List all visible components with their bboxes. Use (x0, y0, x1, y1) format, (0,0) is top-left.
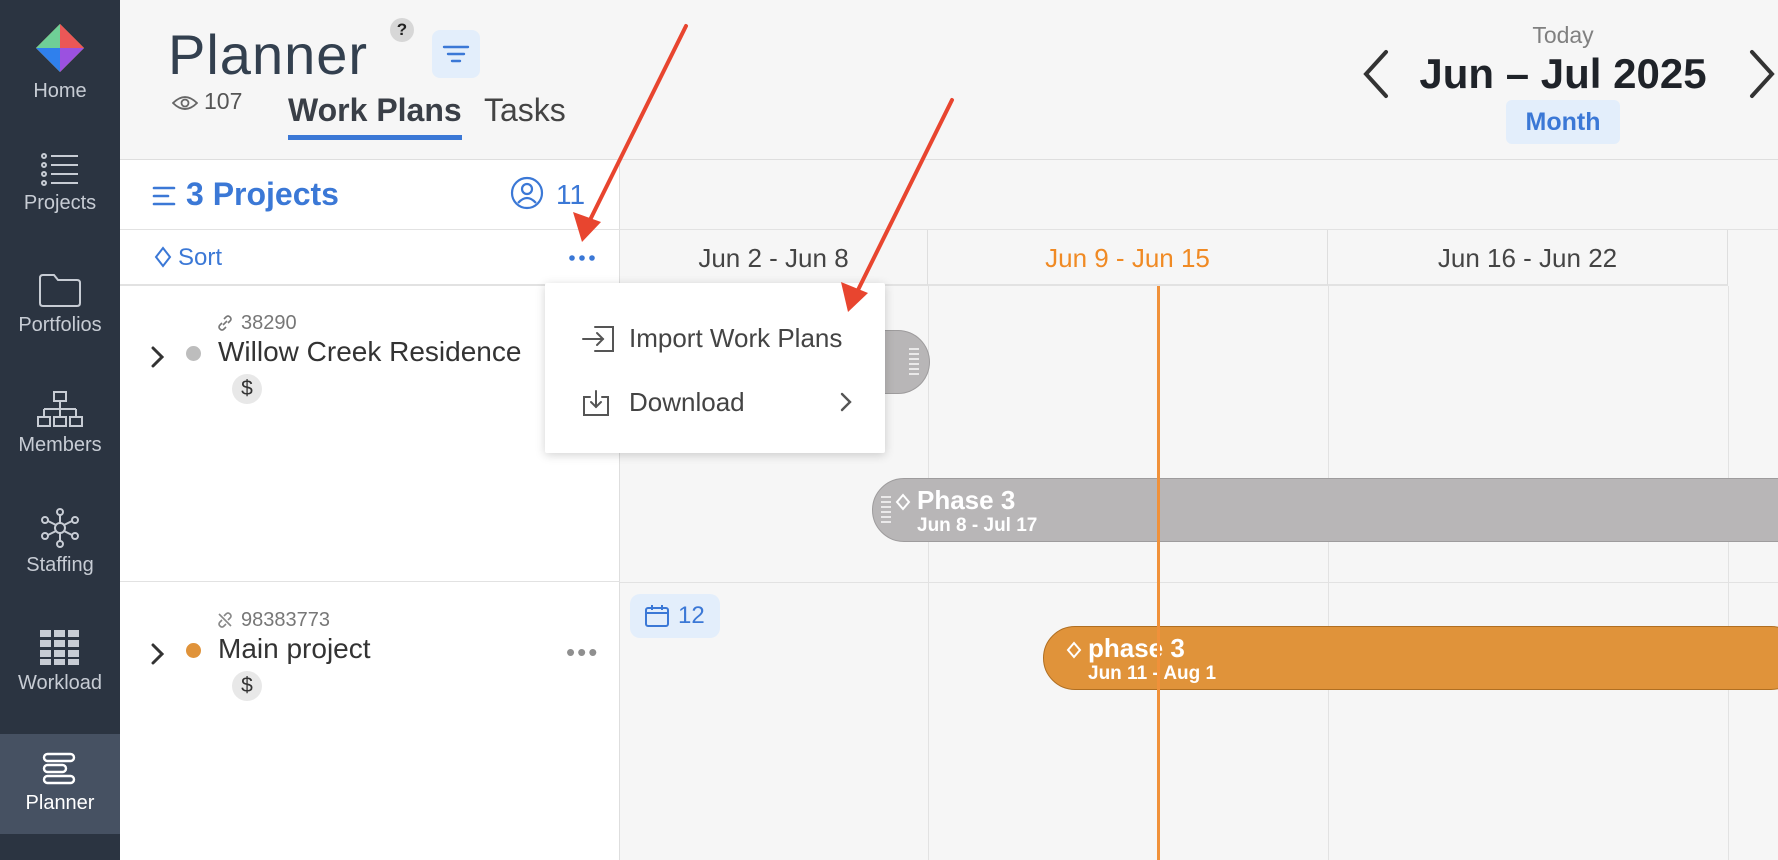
projects-panel: 3 Projects 11 Sort 38290 Willow Creek Re… (120, 160, 620, 860)
chevron-right-icon[interactable] (1746, 48, 1778, 100)
menu-item-label: Import Work Plans (629, 323, 843, 353)
sort-diamond-icon (154, 246, 172, 268)
grid-column-line (1728, 286, 1729, 860)
today-button[interactable]: Today (1348, 22, 1778, 49)
sidebar-item-projects[interactable]: Projects (0, 152, 120, 236)
project-row[interactable]: 98383773 Main project $ ••• (120, 583, 620, 860)
project-name[interactable]: Main project (218, 633, 371, 665)
chevron-right-icon[interactable] (150, 643, 166, 665)
sidebar-item-label: Staffing (26, 554, 94, 576)
sidebar-item-label: Planner (25, 792, 95, 814)
project-name[interactable]: Willow Creek Residence (218, 336, 521, 368)
budget-badge[interactable]: $ (232, 671, 262, 701)
grid-column-line (1328, 286, 1329, 860)
today-marker-line (1157, 286, 1160, 860)
sidebar-item-workload[interactable]: Workload (0, 630, 120, 712)
calendar-icon (645, 605, 669, 627)
work-plan-bar[interactable]: Phase 3 Jun 8 - Jul 17 (872, 478, 1778, 542)
projects-count-button[interactable]: 3 Projects (152, 176, 339, 213)
budget-badge[interactable]: $ (232, 374, 262, 404)
work-plan-title: Phase 3 (917, 485, 1016, 515)
project-id-value: 98383773 (241, 609, 330, 631)
sort-label: Sort (178, 244, 223, 271)
work-plan-title: phase 3 (1088, 633, 1185, 663)
status-dot (186, 643, 201, 658)
sidebar-item-label: Members (18, 434, 102, 456)
row-more-options-icon[interactable]: ••• (566, 637, 599, 668)
tab-tasks[interactable]: Tasks (484, 92, 566, 129)
timeline: Jun 2 - Jun 8 Jun 9 - Jun 15 Jun 16 - Ju… (620, 160, 1778, 860)
sidebar-item-portfolios[interactable]: Portfolios (0, 272, 120, 356)
org-chart-icon (37, 391, 83, 427)
link-icon (218, 315, 232, 331)
sort-bar: Sort (120, 230, 620, 286)
work-plan-bar[interactable]: phase 3 Jun 11 - Aug 1 (1043, 626, 1778, 690)
views-count: 107 (204, 88, 243, 114)
sidebar-item-staffing[interactable]: Staffing (0, 508, 120, 592)
sidebar-item-label: Home (33, 80, 87, 102)
page-title: Planner (168, 23, 369, 86)
work-plan-dates: Jun 11 - Aug 1 (1088, 663, 1217, 684)
task-count-value: 12 (678, 602, 705, 629)
eye-icon (171, 96, 199, 110)
more-options-icon[interactable] (560, 242, 604, 274)
chevron-right-icon[interactable] (150, 346, 166, 368)
milestone-diamond-icon (895, 493, 911, 511)
timeline-top-strip (620, 160, 1778, 230)
menu-item-label: Download (629, 387, 745, 417)
planner-icon (42, 752, 76, 785)
resize-handle-icon[interactable] (879, 495, 893, 527)
sidebar-item-label: Portfolios (18, 314, 102, 336)
month-view-button[interactable]: Month (1506, 100, 1620, 144)
download-icon (583, 390, 609, 416)
tab-work-plans[interactable]: Work Plans (288, 92, 462, 140)
sidebar-item-home[interactable]: Home (0, 22, 120, 112)
grid-row-line (620, 582, 1778, 583)
project-id-value: 38290 (241, 312, 297, 334)
app-logo-icon (36, 24, 84, 72)
week-header: Jun 2 - Jun 8 (620, 230, 928, 286)
menu-item-download[interactable]: Download (545, 371, 885, 431)
unlink-icon (218, 612, 232, 628)
projects-bar: 3 Projects 11 (120, 160, 620, 230)
members-count-value: 11 (556, 179, 586, 210)
work-plan-dates: Jun 8 - Jul 17 (917, 515, 1038, 536)
user-icon (510, 176, 544, 210)
chevron-right-icon (840, 392, 852, 412)
menu-lines-icon (152, 186, 176, 206)
network-icon (41, 508, 79, 548)
views-counter: 107 (171, 88, 243, 115)
import-icon (582, 326, 614, 352)
page-header: Planner ? 107 Work Plans Tasks Today Jun… (120, 0, 1778, 160)
sidebar-item-planner[interactable]: Planner (0, 734, 120, 834)
sidebar: Home Projects Portfolios Members Staffin… (0, 0, 120, 860)
grid-icon (40, 630, 79, 665)
sidebar-item-members[interactable]: Members (0, 390, 120, 474)
task-count-badge[interactable]: 12 (630, 594, 720, 638)
week-header-current: Jun 9 - Jun 15 (928, 230, 1328, 286)
date-navigator: Today Jun – Jul 2025 Month (1348, 0, 1778, 160)
planner-app: Home Projects Portfolios Members Staffin… (0, 0, 1778, 860)
folder-icon (39, 274, 81, 307)
members-count-button[interactable]: 11 (510, 176, 585, 211)
menu-item-import-work-plans[interactable]: Import Work Plans (545, 307, 885, 367)
week-header: Jun 16 - Jun 22 (1328, 230, 1728, 286)
sidebar-item-label: Projects (23, 192, 97, 214)
help-icon[interactable]: ? (390, 18, 414, 42)
date-range-label: Jun – Jul 2025 (1419, 50, 1707, 97)
list-icon (41, 153, 78, 186)
more-options-menu: Import Work Plans Download (545, 283, 885, 453)
sort-button[interactable]: Sort (154, 244, 222, 272)
projects-count-label: 3 Projects (186, 176, 339, 212)
sidebar-item-label: Workload (17, 672, 103, 694)
milestone-diamond-icon (1066, 641, 1082, 659)
filter-icon (442, 45, 470, 63)
filter-button[interactable] (432, 30, 480, 78)
status-dot (186, 346, 201, 361)
project-id: 38290 (217, 312, 297, 335)
project-id: 98383773 (217, 609, 330, 632)
resize-handle-icon (909, 348, 919, 375)
